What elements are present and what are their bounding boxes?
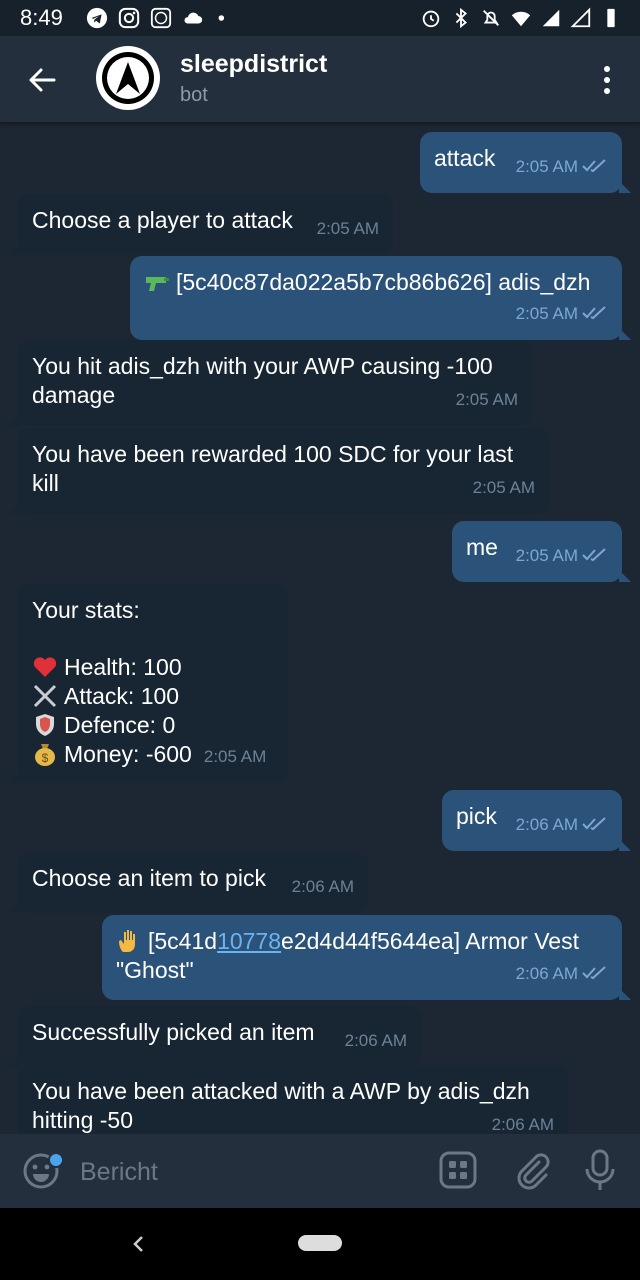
chat-header: sleepdistrict bot bbox=[0, 36, 640, 122]
message-input[interactable] bbox=[78, 1154, 402, 1190]
dot-icon bbox=[218, 15, 225, 21]
signal-empty-icon bbox=[570, 7, 591, 28]
double-check-icon bbox=[582, 159, 606, 173]
wifi-icon bbox=[511, 11, 531, 27]
message-outgoing[interactable]: [5c41d10778e2d4d44f5644ea] Armor Vest "G… bbox=[102, 915, 631, 1000]
double-check-icon bbox=[582, 548, 606, 562]
message-composer bbox=[0, 1134, 640, 1208]
crossed-swords-emoji bbox=[33, 684, 57, 708]
money-bag-emoji: $ bbox=[35, 744, 55, 766]
emoji-badge-dot bbox=[48, 1152, 64, 1168]
attach-icon[interactable] bbox=[512, 1150, 552, 1190]
alarm-icon bbox=[422, 10, 440, 28]
message-link[interactable]: 10778 bbox=[217, 928, 281, 954]
double-check-icon bbox=[582, 966, 606, 980]
more-menu-button[interactable] bbox=[592, 62, 622, 98]
chat-subtitle: bot bbox=[180, 84, 208, 106]
double-check-icon bbox=[582, 306, 606, 320]
chat-title[interactable]: sleepdistrict bbox=[180, 50, 327, 79]
message-incoming[interactable]: Choose a player to attack 2:05 AM bbox=[9, 194, 393, 255]
status-time: 8:49 bbox=[20, 5, 63, 30]
message-outgoing[interactable]: attack 2:05 AM bbox=[420, 132, 631, 193]
heart-emoji bbox=[33, 657, 57, 677]
shield-emoji bbox=[36, 714, 54, 736]
app-notification-icon bbox=[150, 7, 172, 29]
message-outgoing[interactable]: pick 2:06 AM bbox=[442, 790, 631, 851]
message-incoming[interactable]: Successfully picked an item 2:06 AM bbox=[9, 1006, 421, 1067]
bot-logo-icon bbox=[102, 52, 154, 104]
nav-home-pill[interactable] bbox=[298, 1235, 342, 1251]
message-list[interactable]: attack 2:05 AM Choose a player to attack… bbox=[0, 122, 640, 1134]
message-incoming[interactable]: You have been rewarded 100 SDC for your … bbox=[9, 428, 549, 514]
bot-keyboard-icon[interactable] bbox=[438, 1150, 478, 1190]
water-pistol-emoji bbox=[146, 277, 169, 291]
notifications-off-icon bbox=[483, 10, 499, 26]
nav-back-icon[interactable] bbox=[128, 1232, 150, 1256]
message-outgoing[interactable]: [5c40c87da022a5b7cb86b626] adis_dzh 2:05… bbox=[130, 256, 631, 340]
message-outgoing[interactable]: me 2:05 AM bbox=[452, 521, 631, 582]
back-button[interactable] bbox=[22, 60, 62, 100]
cloud-icon bbox=[184, 12, 203, 24]
message-incoming[interactable]: Choose an item to pick 2:06 AM bbox=[9, 852, 368, 913]
bluetooth-icon bbox=[455, 7, 467, 29]
double-check-icon bbox=[582, 817, 606, 831]
avatar[interactable] bbox=[96, 46, 160, 110]
microphone-icon[interactable] bbox=[582, 1148, 618, 1192]
raised-hand-emoji bbox=[119, 930, 135, 952]
message-incoming[interactable]: You hit adis_dzh with your AWP causing -… bbox=[9, 340, 532, 426]
svg-text:$: $ bbox=[42, 751, 49, 765]
system-nav-bar bbox=[0, 1208, 640, 1280]
arrow-left-icon bbox=[29, 68, 56, 92]
status-bar: 8:49 bbox=[0, 0, 640, 36]
instagram-icon bbox=[118, 7, 140, 29]
message-incoming[interactable]: You have been attacked with a AWP by adi… bbox=[18, 1065, 568, 1134]
battery-icon bbox=[607, 8, 615, 28]
message-incoming[interactable]: Your stats: Health: 100 Attack: 100 Defe… bbox=[9, 584, 288, 783]
signal-icon bbox=[542, 9, 560, 27]
telegram-icon bbox=[86, 7, 108, 29]
